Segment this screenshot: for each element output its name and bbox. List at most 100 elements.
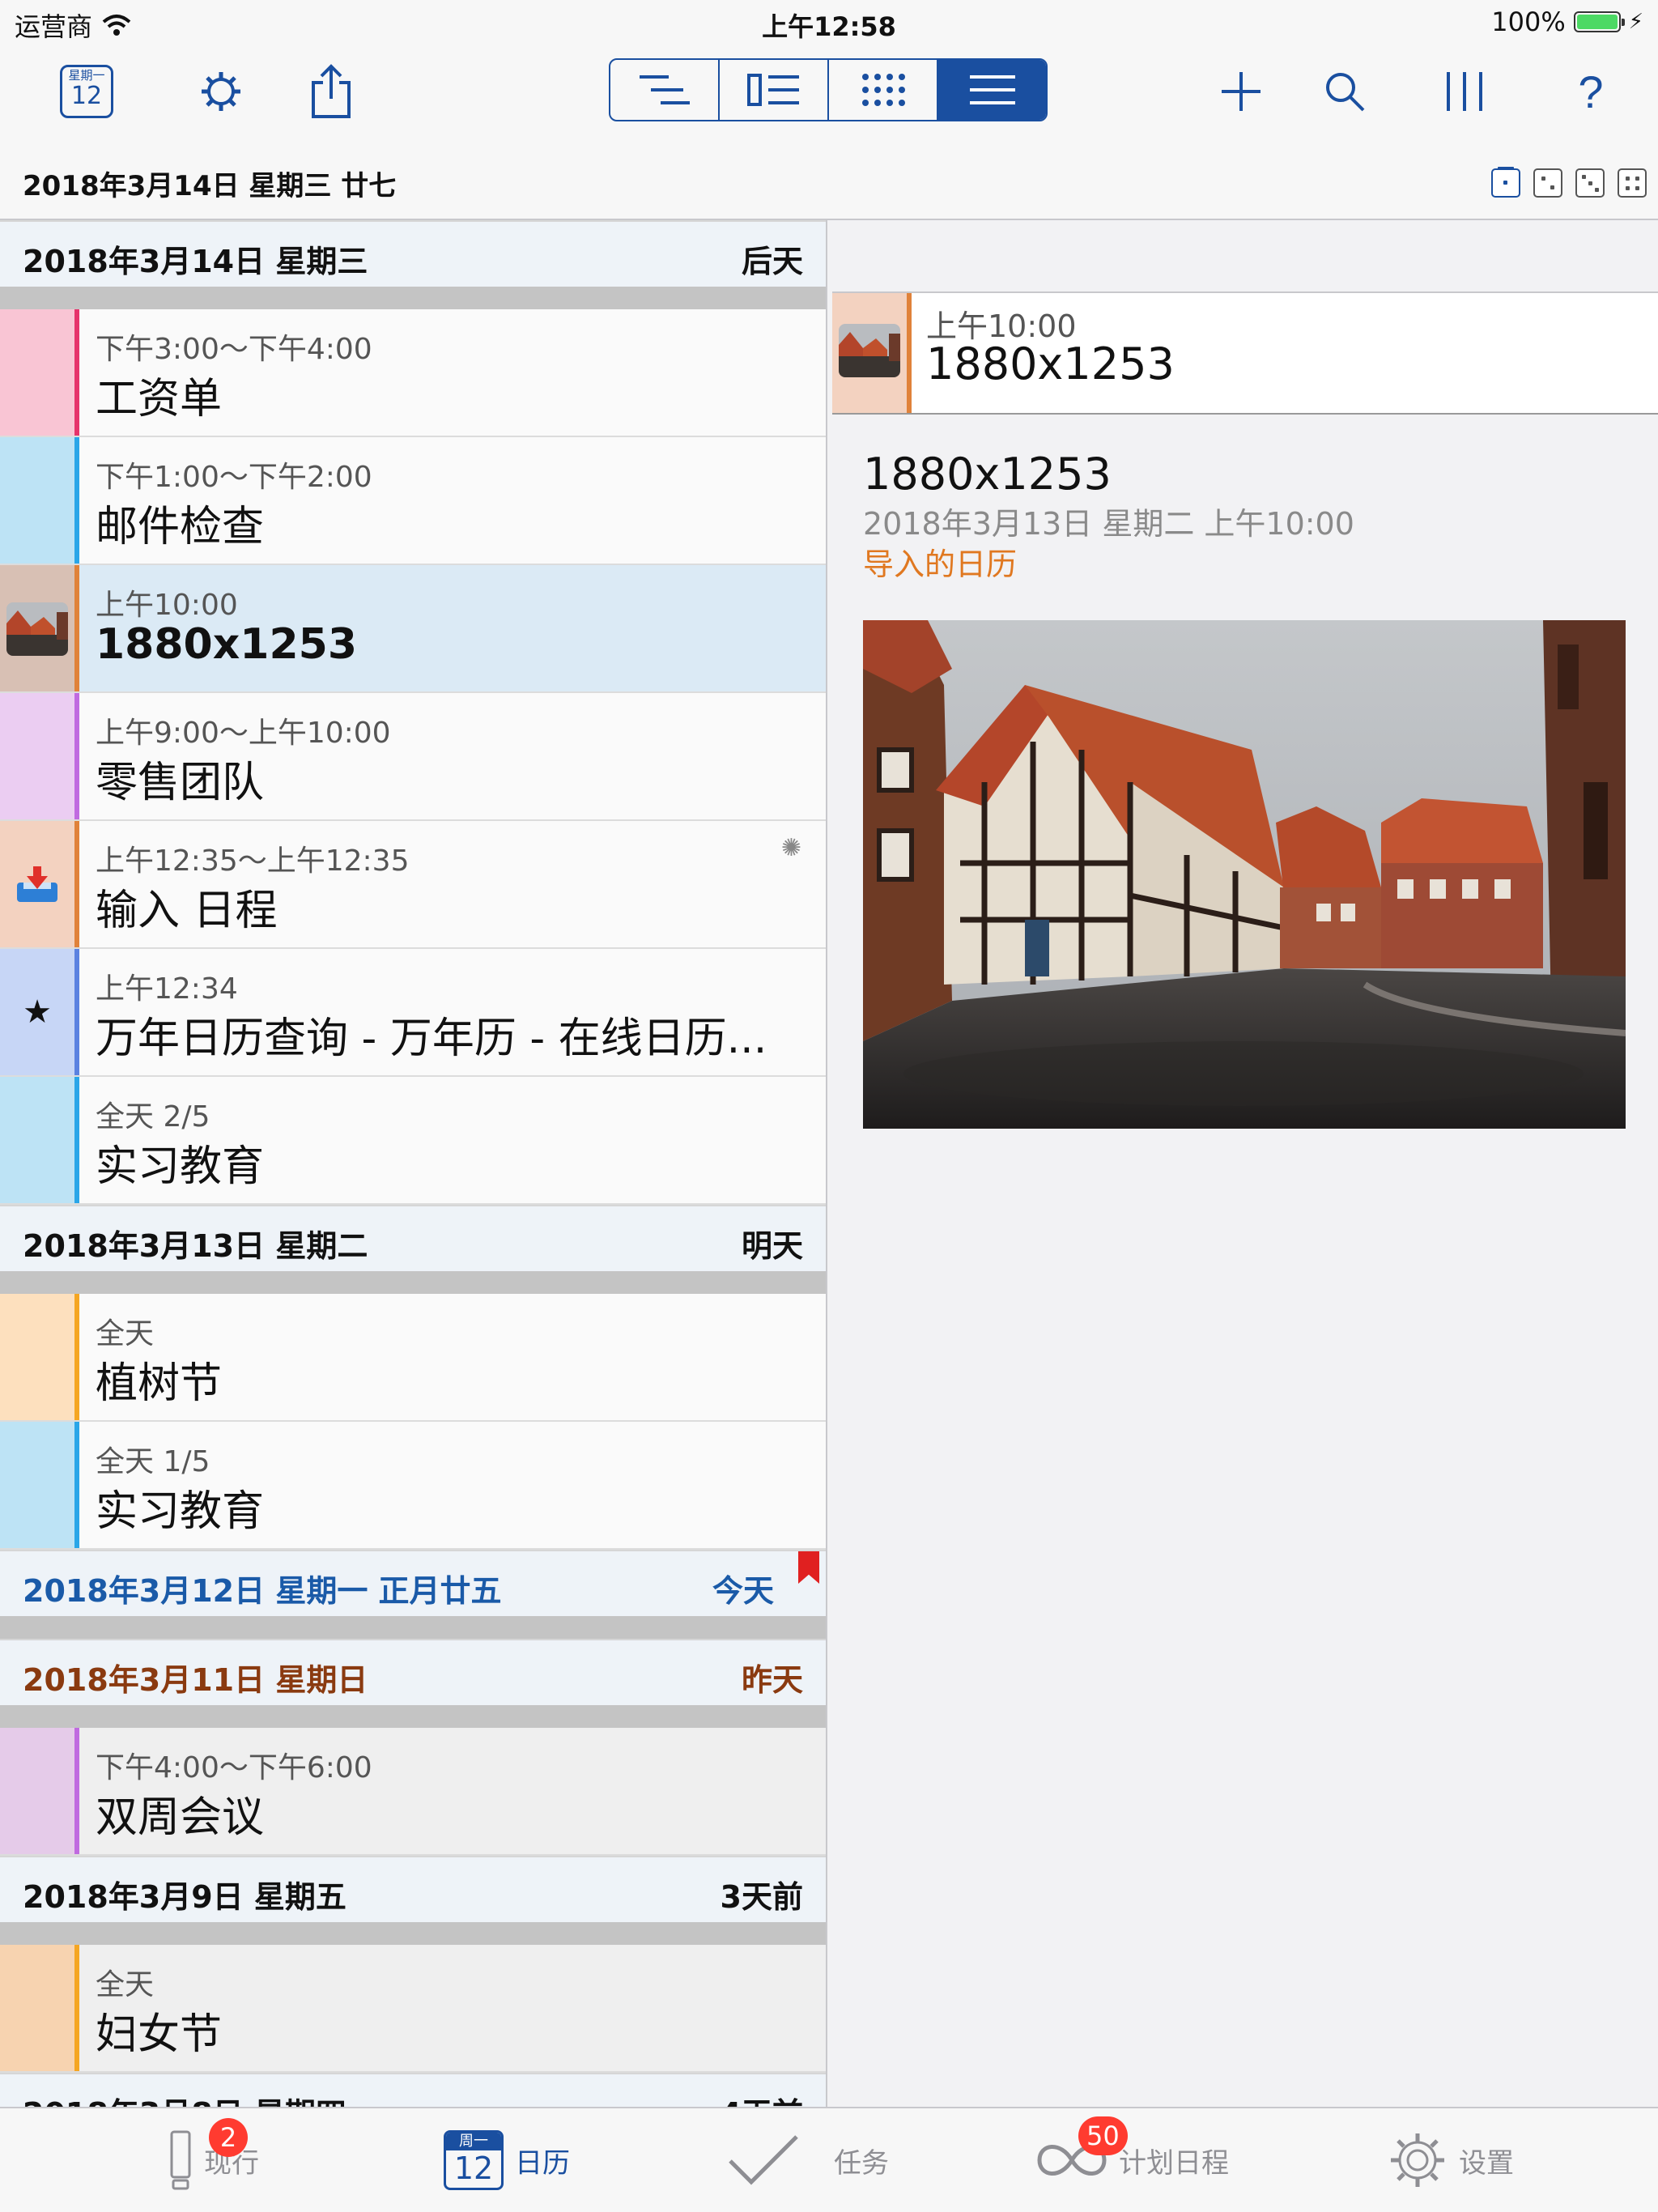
three-view-button[interactable] [1575,168,1605,198]
detail-event-card[interactable]: 上午10:00 1880x1253 [832,291,1658,415]
calendar-color-bar [74,693,79,819]
star-icon: ★ [23,993,52,1031]
planner-badge: 50 [1078,2116,1128,2155]
event-row[interactable]: 下午4:00～下午6:00 双周会议 [0,1728,826,1856]
day-section-header[interactable]: 2018年3月9日 星期五 3天前 [0,1856,826,1922]
event-list[interactable]: 2018年3月14日 星期三 后天下午3:00～下午4:00 工资单下午1:00～下… [0,220,827,2107]
today-calendar-button[interactable]: 星期一 12 [50,55,123,128]
calendar-color-bar [74,565,79,691]
status-bar: 运营商 上午12:58 100% ⚡ [0,0,1658,44]
event-row[interactable]: ✺ 上午12:35～上午12:35 输入 日程 [0,821,826,949]
list-icon [969,75,1015,104]
event-time: 上午9:00～上午10:00 [96,717,391,750]
section-divider [0,1271,826,1294]
day-section-header[interactable]: 2018年3月11日 星期日 昨天 [0,1639,826,1705]
tab-calendar-label: 日历 [515,2146,570,2180]
gear-icon [1391,2133,1444,2187]
today-bookmark-icon [798,1551,819,1584]
calendar-icon: 周一 12 [444,2130,504,2190]
day-section-header[interactable]: 2018年3月8日 星期四 4天前 [0,2073,826,2107]
calendar-color-bar [74,1728,79,1854]
day-section-header[interactable]: 2018年3月12日 星期一 正月廿五 今天 [0,1550,826,1616]
day-date-label: 2018年3月14日 星期三 [23,244,368,279]
event-row[interactable]: 上午9:00～上午10:00 零售团队 [0,693,826,821]
calendar-color-bar [74,1294,79,1420]
single-view-button[interactable] [1491,167,1520,198]
event-time: 上午10:00 [96,589,238,622]
event-title: 邮件检查 [96,503,265,551]
four-view-button[interactable] [1618,168,1647,198]
event-row[interactable]: 全天 2/5 实习教育 [0,1077,826,1205]
event-row[interactable]: ★ 上午12:34 万年日历查询 - 万年历 - 在线日历... [0,949,826,1077]
search-icon [1326,73,1365,112]
tab-calendar[interactable]: 周一 12 日历 [444,2108,570,2212]
phone-icon [170,2130,191,2190]
event-time: 全天 1/5 [96,1445,210,1478]
detail-view-switcher [1491,167,1647,198]
month-grid-view-tab[interactable] [829,60,938,120]
event-time: 下午1:00～下午2:00 [96,461,372,494]
event-row[interactable]: 全天 植树节 [0,1294,826,1422]
day-date-label: 2018年3月9日 星期五 [23,1879,346,1915]
gear-icon [202,72,240,111]
day-section-header[interactable]: 2018年3月13日 星期二 明天 [0,1205,826,1271]
add-event-button[interactable] [1205,55,1278,128]
event-attachment-photo[interactable] [863,620,1626,1129]
event-time: 全天 [96,1968,155,2001]
detail-event-title: 1880x1253 [926,338,1175,389]
event-title: 实习教育 [96,1487,265,1536]
day-section-header[interactable]: 2018年3月14日 星期三 后天 [0,220,826,287]
clock: 上午12:58 [762,11,896,42]
event-row[interactable]: 上午10:00 1880x1253 [0,565,826,693]
section-divider [0,1616,826,1639]
battery-icon [1573,11,1625,32]
columns-button[interactable] [1428,55,1501,128]
calendar-color-swatch [0,1728,74,1854]
calendar-color-bar [74,1945,79,2071]
tab-now[interactable]: 现行 2 [168,2108,259,2212]
inbox-import-icon [0,821,74,947]
calendar-color-swatch [0,1945,74,2071]
event-time: 上午12:34 [96,972,238,1006]
calendar-color-swatch [0,693,74,819]
event-time: 下午3:00～下午4:00 [96,333,372,366]
columns-icon [1447,72,1482,111]
event-row[interactable]: 下午1:00～下午2:00 邮件检查 [0,437,826,565]
date-header: 2018年3月14日 星期三 廿七 [0,139,1658,220]
day-date-label: 2018年3月13日 星期二 [23,1228,368,1264]
tab-settings[interactable]: 设置 [1388,2108,1514,2212]
tab-tasks-label: 任务 [834,2146,889,2180]
help-button[interactable]: ? [1554,55,1627,128]
settings-button[interactable] [185,55,257,128]
tab-planner[interactable]: 计划日程 50 [1036,2108,1229,2212]
day-relative-label: 明天 [741,1228,803,1264]
tab-tasks[interactable]: 任务 [727,2108,889,2212]
tab-bar: 现行 2 周一 12 日历 任务 计划日程 50 设置 [0,2107,1658,2212]
event-time: 全天 [96,1317,155,1351]
event-row[interactable]: 全天 1/5 实习教育 [0,1422,826,1550]
section-divider [0,1705,826,1728]
photo-thumbnail [839,324,900,377]
event-title: 植树节 [96,1359,223,1408]
calendar-color-bar [74,309,79,436]
timeline-view-tab[interactable] [610,60,720,120]
calendar-icon: 星期一 12 [60,65,113,118]
calendar-color-swatch [0,309,74,436]
event-title: 工资单 [96,375,223,423]
event-title: 双周会议 [96,1793,265,1842]
day-list-view-tab[interactable] [720,60,829,120]
day-date-label: 2018年3月11日 星期日 [23,1662,368,1698]
list-view-tab[interactable] [938,60,1046,120]
view-mode-segmented-control [609,58,1048,121]
share-icon [312,64,351,118]
detail-calendar-name[interactable]: 导入的日历 [863,539,1017,584]
section-divider [0,287,826,309]
event-row[interactable]: 下午3:00～下午4:00 工资单 [0,309,826,437]
calendar-color-bar [74,949,79,1075]
share-button[interactable] [295,55,368,128]
event-row[interactable]: 全天 妇女节 [0,1945,826,2073]
calendar-color-swatch [0,1294,74,1420]
section-divider [0,1922,826,1945]
two-view-button[interactable] [1533,168,1562,198]
search-button[interactable] [1308,55,1381,128]
